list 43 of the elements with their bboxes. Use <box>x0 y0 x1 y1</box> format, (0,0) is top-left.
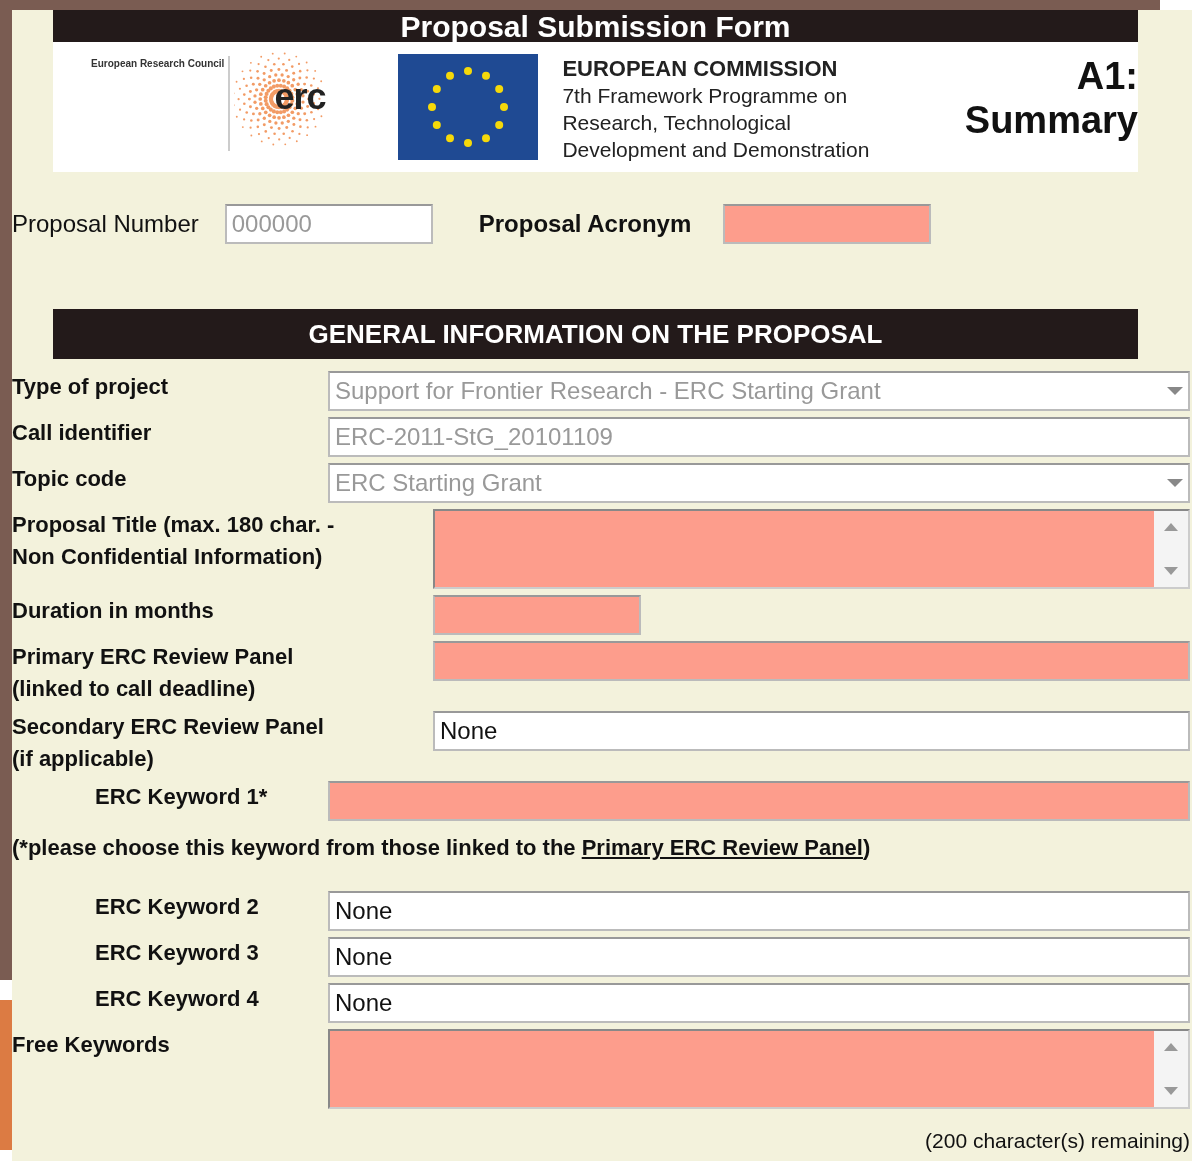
commission-name: EUROPEAN COMMISSION <box>562 56 839 82</box>
field-label: Proposal Acronym <box>478 210 692 238</box>
input-field[interactable]: None <box>328 983 1190 1023</box>
input-field[interactable]: None <box>328 891 1190 931</box>
input-field[interactable]: None <box>433 711 1190 751</box>
flag-icon <box>398 54 539 160</box>
field-label: Primary ERC Review Panel (linked to call deadline) <box>12 643 295 703</box>
character-counter: (200 character(s) remaining) <box>924 1129 1190 1153</box>
section-code: A1: <box>1075 54 1138 98</box>
field-label: ERC Keyword 3 <box>94 939 260 967</box>
field-label: Type of project <box>12 373 170 401</box>
input-field[interactable] <box>433 595 641 635</box>
caret-icon <box>1167 387 1183 395</box>
field-label: ERC Keyword 1* <box>94 783 269 811</box>
text-area[interactable] <box>433 509 1190 589</box>
field-label: Proposal Title (max. 180 char. - Non Confidential Information) <box>12 511 336 571</box>
field-label: ERC Keyword 2 <box>94 893 260 921</box>
programme-text: Development and Demonstration <box>562 137 870 163</box>
caret-icon <box>1167 479 1183 487</box>
scroll-up-arrow-icon[interactable] <box>1164 1043 1178 1051</box>
input-field[interactable] <box>328 781 1190 821</box>
panel-link[interactable]: Primary ERC Review Panel <box>581 835 863 860</box>
input-field[interactable] <box>433 641 1190 681</box>
input-field[interactable]: None <box>328 937 1190 977</box>
input-field[interactable] <box>723 204 932 244</box>
note-text: (*please choose this keyword from those linked to the Primary ERC Review Panel) <box>12 835 872 861</box>
scroll-down-arrow-icon[interactable] <box>1164 567 1178 575</box>
scroll-up-arrow-icon[interactable] <box>1164 523 1178 531</box>
field-label: Duration in months <box>12 597 215 625</box>
field-label: Call identifier <box>12 419 153 447</box>
programme-text: 7th Framework Programme on <box>562 83 849 109</box>
section-header: GENERAL INFORMATION ON THE PROPOSAL <box>53 309 1138 359</box>
field-label: ERC Keyword 4 <box>94 985 260 1013</box>
field-label: Proposal Number <box>12 210 199 238</box>
organization-caption: European Research Council <box>91 58 225 69</box>
section-name: Summary <box>964 98 1138 142</box>
programme-text: Research, Technological <box>562 110 792 136</box>
field-label: Free Keywords <box>12 1031 171 1059</box>
field-label: Secondary ERC Review Panel (if applicable) <box>12 713 325 773</box>
text-area[interactable] <box>328 1029 1190 1109</box>
form-title: Proposal Submission Form <box>53 10 1138 42</box>
field-label: Topic code <box>12 465 128 493</box>
scroll-down-arrow-icon[interactable] <box>1164 1087 1178 1095</box>
